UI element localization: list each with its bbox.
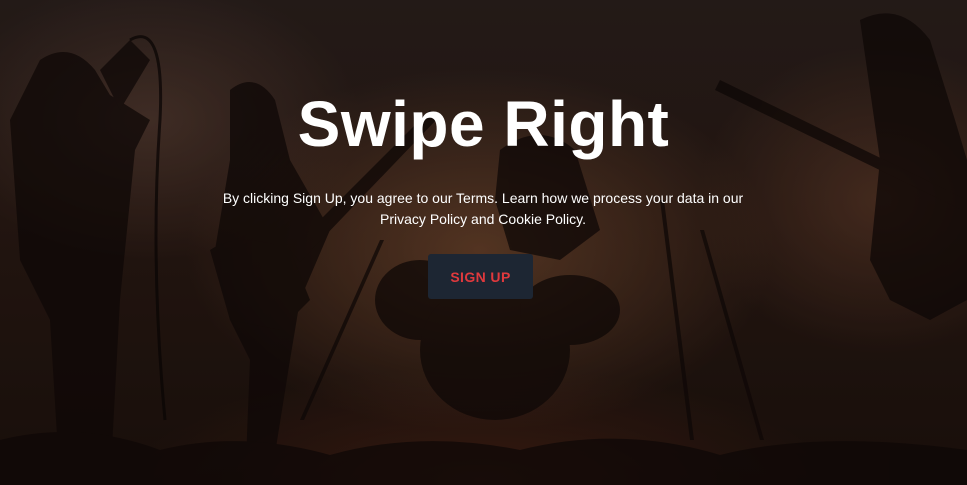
hero-section: Swipe Right By clicking Sign Up, you agr…: [0, 0, 967, 485]
sign-up-button[interactable]: SIGN UP: [428, 254, 533, 299]
hero-content: Swipe Right By clicking Sign Up, you agr…: [0, 0, 967, 485]
terms-notice: By clicking Sign Up, you agree to our Te…: [222, 190, 744, 227]
hero-title: Swipe Right: [297, 88, 670, 160]
